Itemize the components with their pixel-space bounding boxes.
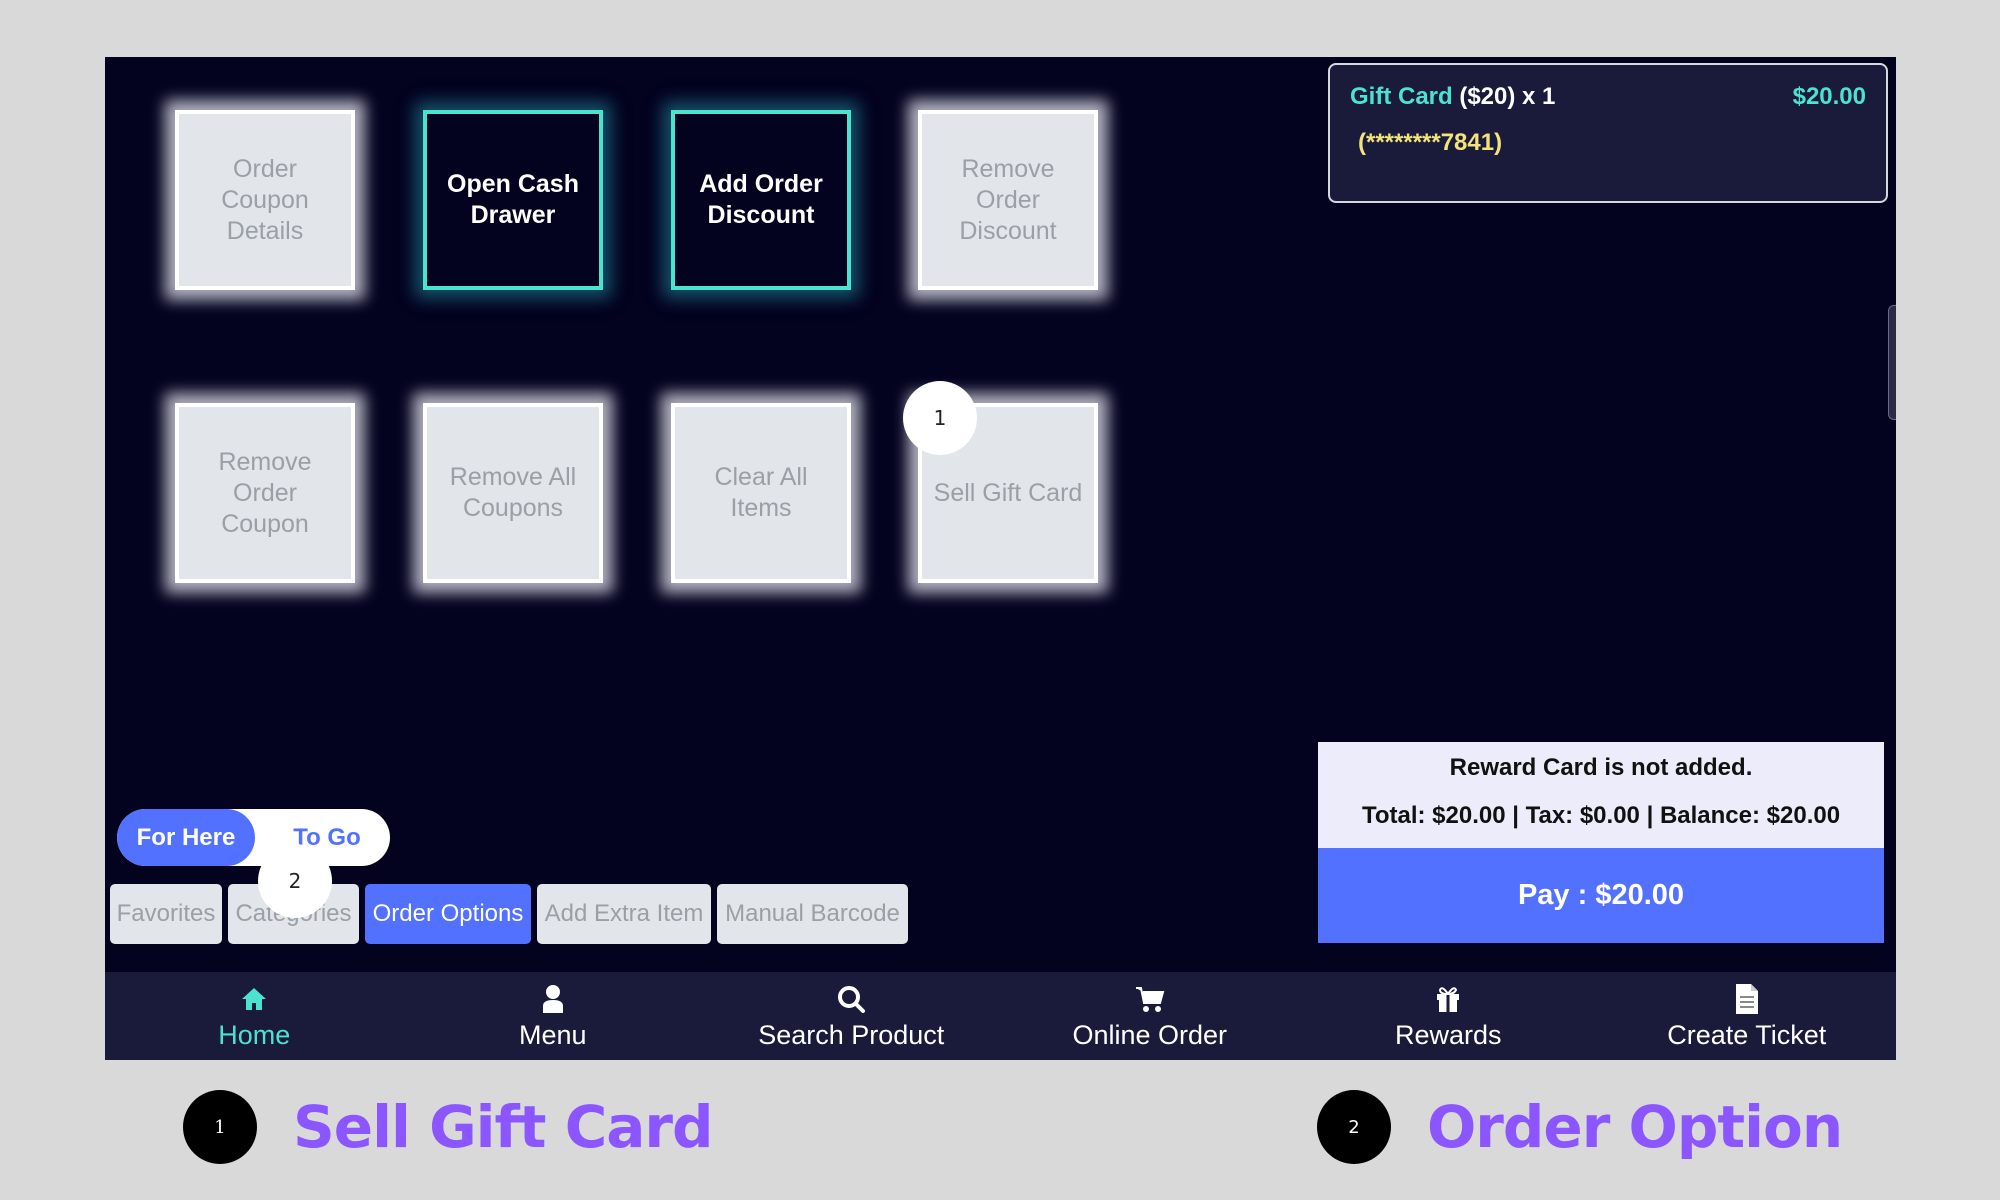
tab-order-options[interactable]: Order Options — [365, 884, 531, 944]
nav-online-order-label: Online Order — [1072, 1019, 1228, 1050]
cart-icon — [1135, 982, 1165, 1016]
tab-add-extra-item[interactable]: Add Extra Item — [537, 884, 711, 944]
nav-rewards[interactable]: Rewards — [1299, 972, 1598, 1060]
cart-item-price: $20.00 — [1792, 83, 1866, 110]
cart-item-serial: (********7841) — [1358, 129, 1503, 156]
tab-favorites[interactable]: Favorites — [110, 884, 222, 944]
nav-home[interactable]: Home — [105, 972, 404, 1060]
nav-menu[interactable]: Menu — [404, 972, 703, 1060]
step-marker-1: 1 — [903, 381, 977, 455]
remove-all-coupons-button[interactable]: Remove All Coupons — [423, 403, 603, 583]
gift-icon — [1434, 982, 1462, 1016]
order-type-toggle[interactable]: For Here To Go — [117, 809, 390, 866]
cart-line-item[interactable]: Gift Card ($20) x 1 $20.00 (********7841… — [1328, 63, 1888, 203]
for-here-option[interactable]: For Here — [117, 809, 255, 866]
remove-order-discount-button[interactable]: Remove Order Discount — [918, 110, 1098, 290]
home-icon — [240, 982, 268, 1016]
nav-online-order[interactable]: Online Order — [1001, 972, 1300, 1060]
order-totals: Total: $20.00 | Tax: $0.00 | Balance: $2… — [1361, 802, 1841, 829]
caption-text-1: Sell Gift Card — [293, 1093, 714, 1161]
cart-item-detail: ($20) x 1 — [1452, 83, 1556, 110]
nav-create-ticket[interactable]: Create Ticket — [1598, 972, 1897, 1060]
caption-number-1: 1 — [183, 1090, 257, 1164]
caption-2: 2 Order Option — [1317, 1090, 1843, 1164]
caption-number-2: 2 — [1317, 1090, 1391, 1164]
document-icon — [1735, 982, 1759, 1016]
category-tabs: Favorites Categories Order Options Add E… — [110, 884, 908, 944]
open-cash-drawer-button[interactable]: Open Cash Drawer — [423, 110, 603, 290]
caption-text-2: Order Option — [1427, 1093, 1843, 1161]
pos-screen: Order Coupon Details Open Cash Drawer Ad… — [105, 57, 1896, 1060]
nav-menu-label: Menu — [518, 1019, 587, 1050]
order-summary: Reward Card is not added. Total: $20.00 … — [1318, 742, 1884, 848]
nav-search-product[interactable]: Search Product — [702, 972, 1001, 1060]
add-order-discount-button[interactable]: Add Order Discount — [671, 110, 851, 290]
tab-manual-barcode[interactable]: Manual Barcode — [717, 884, 908, 944]
order-coupon-details-button[interactable]: Order Coupon Details — [175, 110, 355, 290]
caption-1: 1 Sell Gift Card — [183, 1090, 714, 1164]
clear-all-items-button[interactable]: Clear All Items — [671, 403, 851, 583]
cart-item-row: Gift Card ($20) x 1 $20.00 — [1350, 83, 1866, 111]
nav-rewards-label: Rewards — [1394, 1019, 1502, 1050]
user-icon — [541, 982, 565, 1016]
bottom-nav: Home Menu Search Product Online Order Re… — [105, 972, 1896, 1060]
pay-button[interactable]: Pay : $20.00 — [1318, 848, 1884, 943]
nav-home-label: Home — [218, 1019, 291, 1050]
nav-search-label: Search Product — [758, 1019, 945, 1050]
cart-scrollbar[interactable] — [1888, 305, 1896, 420]
step-marker-2: 2 — [258, 844, 332, 918]
remove-order-coupon-button[interactable]: Remove Order Coupon — [175, 403, 355, 583]
cart-item-name: Gift Card — [1350, 83, 1453, 110]
nav-create-ticket-label: Create Ticket — [1667, 1019, 1827, 1050]
search-icon — [836, 982, 866, 1016]
reward-status: Reward Card is not added. — [1449, 754, 1753, 781]
cart-item-label: Gift Card ($20) x 1 — [1350, 83, 1555, 111]
